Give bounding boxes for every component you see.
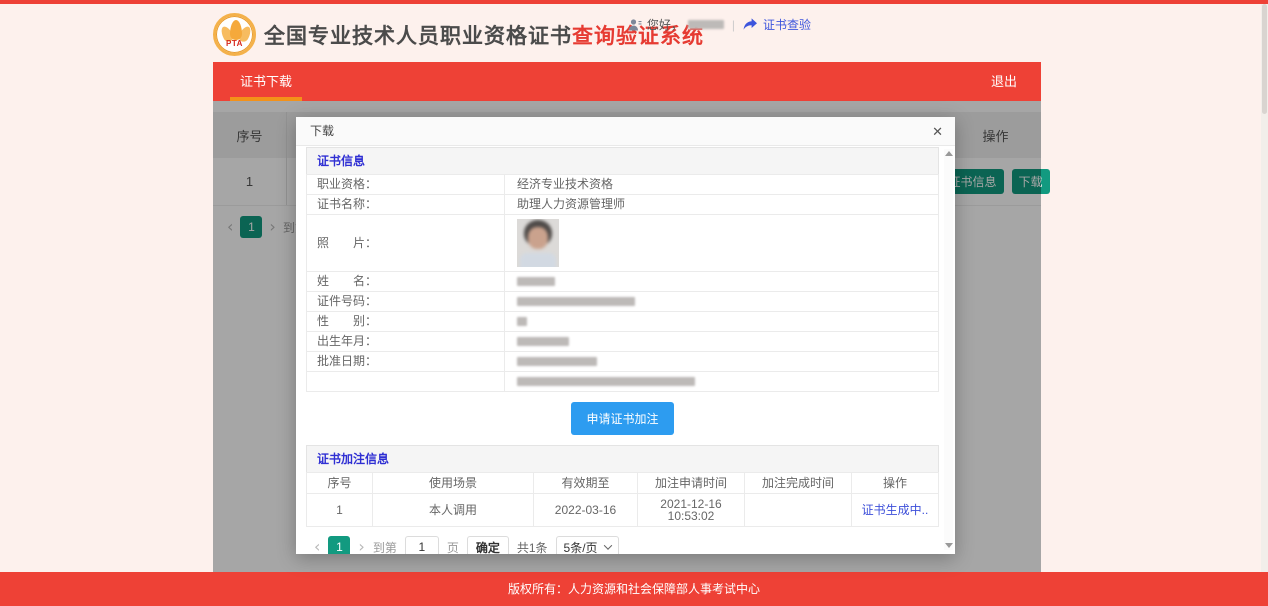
col-header: 操作 — [852, 473, 939, 494]
goto-page-input[interactable] — [405, 536, 439, 554]
footer: 版权所有：人力资源和社会保障部人事考试中心 — [0, 572, 1268, 606]
cell-apply-time: 2021-12-16 10:53:02 — [638, 494, 745, 527]
modal-body: 证书信息 职业资格： 经济专业技术资格 证书名称： 助理人力资源管理师 照 片： — [296, 147, 955, 554]
logo-text: PTA — [226, 39, 243, 48]
portrait-photo — [517, 219, 559, 267]
field-value: 助理人力资源管理师 — [505, 195, 939, 215]
cert-info-row — [307, 372, 939, 392]
field-value — [505, 372, 939, 392]
modal-header: 下载 ✕ — [296, 117, 955, 146]
browser-scrollbar[interactable] — [1261, 4, 1268, 572]
apply-annotation-button[interactable]: 申请证书加注 — [571, 402, 673, 435]
field-value — [505, 312, 939, 332]
annotation-header-row: 序号 使用场景 有效期至 加注申请时间 加注完成时间 操作 — [307, 473, 939, 494]
cert-generating-link[interactable]: 证书生成中.. — [862, 503, 929, 517]
site-header: PTA 全国专业技术人员职业资格证书查询验证系统 您好， | 证书查验 — [213, 4, 1041, 62]
masked-value — [517, 317, 527, 326]
modal-title: 下载 — [310, 117, 334, 146]
browser-scrollbar-thumb[interactable] — [1262, 4, 1267, 114]
field-value: 经济专业技术资格 — [505, 175, 939, 195]
modal-scrollbar[interactable] — [944, 149, 953, 550]
cell-complete-time — [745, 494, 852, 527]
portrait-photo-blur — [517, 219, 559, 267]
cell-valid-until: 2022-03-16 — [534, 494, 638, 527]
field-value — [505, 352, 939, 372]
col-header: 加注完成时间 — [745, 473, 852, 494]
col-header: 加注申请时间 — [638, 473, 745, 494]
greeting-text: 您好， — [647, 16, 683, 33]
field-label: 照 片： — [307, 215, 505, 272]
field-label: 证件号码： — [307, 292, 505, 312]
masked-value — [517, 357, 597, 366]
cert-info-row: 性 别： — [307, 312, 939, 332]
masked-value — [517, 377, 695, 386]
user-icon — [628, 18, 642, 32]
cert-info-row: 证书名称： 助理人力资源管理师 — [307, 195, 939, 215]
cell-scene: 本人调用 — [373, 494, 534, 527]
page-size-value: 5条/页 — [564, 539, 598, 555]
username-masked — [688, 20, 724, 29]
annotation-table: 序号 使用场景 有效期至 加注申请时间 加注完成时间 操作 1 本人调用 202… — [306, 472, 939, 527]
field-value — [505, 272, 939, 292]
user-area: 您好， | 证书查验 — [628, 16, 811, 33]
field-label: 职业资格： — [307, 175, 505, 195]
masked-value — [517, 297, 635, 306]
field-value — [505, 215, 939, 272]
cert-info-row: 批准日期： — [307, 352, 939, 372]
scroll-up-icon[interactable] — [945, 151, 953, 156]
download-modal: 下载 ✕ 证书信息 职业资格： 经济专业技术资格 证书名称： 助理人力资源管理师… — [296, 117, 955, 554]
share-arrow-icon — [743, 18, 758, 31]
cell-index: 1 — [307, 494, 373, 527]
cert-info-row: 证件号码： — [307, 292, 939, 312]
prev-page-icon[interactable]: ‹ — [314, 539, 320, 554]
scroll-down-icon[interactable] — [945, 543, 953, 548]
cert-info-row: 职业资格： 经济专业技术资格 — [307, 175, 939, 195]
section-title-annotation: 证书加注信息 — [306, 445, 939, 472]
cert-check-link[interactable]: 证书查验 — [763, 16, 811, 33]
page-title-main: 全国专业技术人员职业资格证书 — [264, 25, 572, 48]
goto-label: 到第 — [373, 539, 397, 555]
page-size-select[interactable]: 5条/页 — [556, 536, 619, 554]
field-value — [505, 292, 939, 312]
field-label: 性 别： — [307, 312, 505, 332]
cert-info-row-photo: 照 片： — [307, 215, 939, 272]
field-label — [307, 372, 505, 392]
cert-info-row: 姓 名： — [307, 272, 939, 292]
next-page-icon[interactable]: › — [358, 539, 364, 554]
col-header: 使用场景 — [373, 473, 534, 494]
apply-row: 申请证书加注 — [306, 402, 939, 435]
section-title-cert-info: 证书信息 — [306, 147, 939, 174]
field-label: 姓 名： — [307, 272, 505, 292]
pta-logo-icon: PTA — [213, 13, 256, 56]
chevron-down-icon — [603, 541, 611, 549]
page-number-button[interactable]: 1 — [328, 536, 350, 554]
logo-petal — [230, 20, 242, 40]
col-header: 有效期至 — [534, 473, 638, 494]
close-icon[interactable]: ✕ — [932, 117, 943, 146]
confirm-button[interactable]: 确定 — [467, 536, 509, 554]
logout-button[interactable]: 退出 — [991, 62, 1017, 101]
nav-bar: 证书下载 退出 — [213, 62, 1041, 101]
page: PTA 全国专业技术人员职业资格证书查询验证系统 您好， | 证书查验 证书下载 — [0, 0, 1268, 606]
field-value — [505, 332, 939, 352]
field-label: 证书名称： — [307, 195, 505, 215]
modal-pagination: ‹ 1 › 到第 页 确定 共1条 5条/页 — [314, 536, 939, 554]
cert-info-table: 职业资格： 经济专业技术资格 证书名称： 助理人力资源管理师 照 片： — [306, 174, 939, 392]
field-label: 批准日期： — [307, 352, 505, 372]
divider: | — [732, 18, 735, 32]
annotation-row: 1 本人调用 2022-03-16 2021-12-16 10:53:02 证书… — [307, 494, 939, 527]
total-count: 共1条 — [517, 539, 548, 555]
tab-cert-download[interactable]: 证书下载 — [230, 62, 302, 101]
field-label: 出生年月： — [307, 332, 505, 352]
goto-suffix: 页 — [447, 539, 459, 555]
cert-info-row: 出生年月： — [307, 332, 939, 352]
tab-cert-download-label: 证书下载 — [240, 74, 292, 89]
masked-value — [517, 277, 555, 286]
col-header: 序号 — [307, 473, 373, 494]
masked-value — [517, 337, 569, 346]
